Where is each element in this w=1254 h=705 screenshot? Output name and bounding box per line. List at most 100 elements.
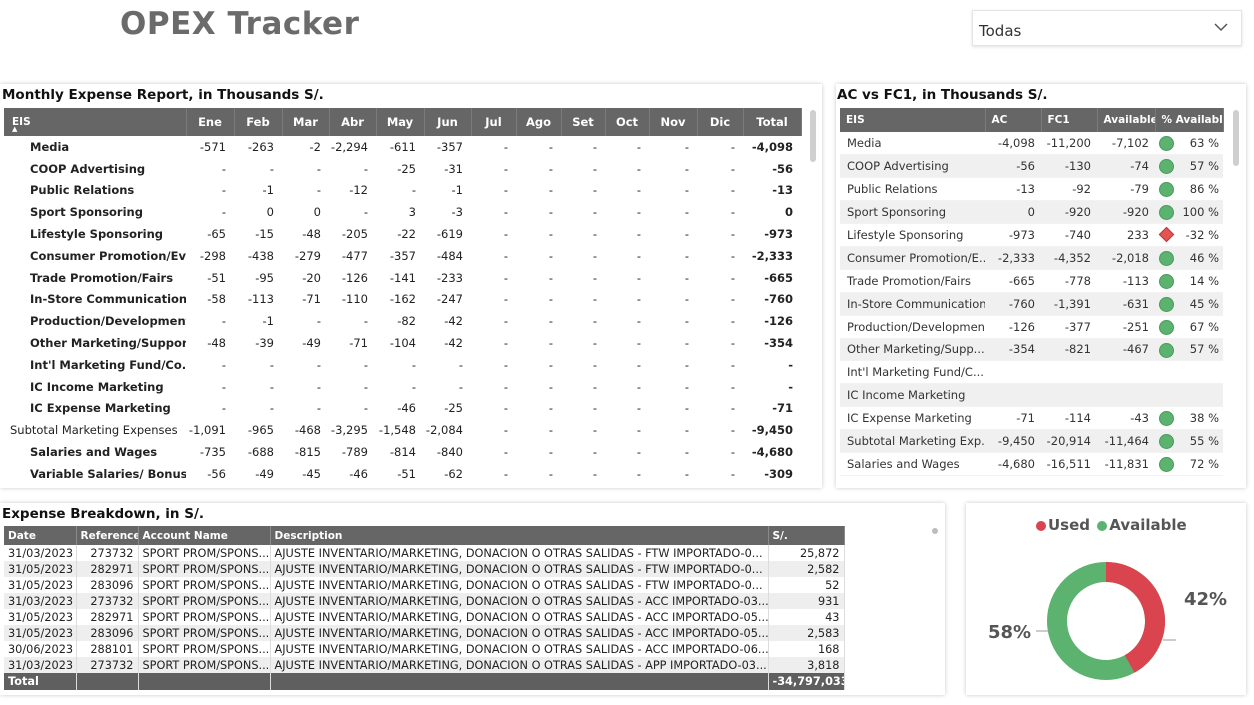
cell-value: - bbox=[316, 161, 321, 176]
table-row: Sport Sponsoring -0 0-3 -3- - - - - -0 bbox=[4, 201, 801, 223]
cell-value: - bbox=[221, 357, 226, 372]
cell-value: - bbox=[363, 161, 368, 176]
cell-value: -9,450 bbox=[751, 423, 793, 438]
column-header-eis[interactable]: EIS ▲ bbox=[4, 108, 187, 136]
cell-value: 43 bbox=[768, 609, 845, 625]
row-label: Lifestyle Sponsoring bbox=[840, 223, 985, 247]
column-header-date[interactable]: Date bbox=[4, 526, 77, 545]
breakdown-scroll-dot[interactable] bbox=[932, 528, 938, 534]
cell-value: -4,098 bbox=[985, 132, 1041, 156]
cell-value: - bbox=[684, 336, 689, 351]
column-header-ago[interactable]: Ago bbox=[516, 108, 562, 136]
cell-value: 31/05/2023 bbox=[4, 609, 77, 625]
cell-value: -82 bbox=[397, 314, 416, 329]
cell-value: -815 bbox=[294, 445, 321, 460]
column-header-ac[interactable]: AC bbox=[985, 108, 1042, 132]
column-header-s-[interactable]: S/. bbox=[768, 526, 845, 545]
cell-value: - bbox=[730, 357, 735, 372]
cell-value: - bbox=[503, 227, 508, 242]
column-header-mar[interactable]: Mar bbox=[282, 108, 330, 136]
column-header-eis[interactable]: EIS bbox=[840, 108, 986, 132]
table-row: IC Expense Marketing - - - - -46 -25 - - - - - - -71 bbox=[4, 398, 801, 420]
cell-value: - bbox=[684, 248, 689, 263]
cell-value: 288101 bbox=[76, 641, 139, 657]
cell-value: - bbox=[730, 139, 735, 154]
cell-value: -71 bbox=[302, 292, 321, 307]
column-header-reference[interactable]: Reference bbox=[76, 526, 139, 545]
column-header-jun[interactable]: Jun bbox=[424, 108, 472, 136]
cell-value: - bbox=[503, 161, 508, 176]
column-header-may[interactable]: May bbox=[376, 108, 425, 136]
monthly-scrollbar[interactable] bbox=[810, 110, 816, 162]
column-header-account-name[interactable]: Account Name bbox=[138, 526, 271, 545]
cell-value: - bbox=[636, 379, 641, 394]
cell-value: -2,333 bbox=[985, 246, 1041, 270]
column-header-dic[interactable]: Dic bbox=[697, 108, 744, 136]
percent-available-cell: 14 % bbox=[1155, 269, 1223, 293]
cell-value: 2,582 bbox=[768, 561, 845, 577]
cell-value: -973 bbox=[764, 227, 793, 242]
cell-value: -20,914 bbox=[1041, 429, 1097, 453]
table-row: Consumer Promotion/Ev... -298 -438 -279 -477… bbox=[4, 245, 801, 267]
column-header-feb[interactable]: Feb bbox=[234, 108, 283, 136]
column-header-ene[interactable]: Ene bbox=[186, 108, 235, 136]
cell-value: - bbox=[636, 314, 641, 329]
cell-value: - bbox=[548, 205, 553, 220]
cell-value: - bbox=[316, 314, 321, 329]
cell-value: - bbox=[316, 357, 321, 372]
row-label: Public Relations bbox=[30, 183, 135, 198]
percent-available-value: 63 % bbox=[1189, 136, 1219, 151]
cell-value: -56 bbox=[985, 154, 1041, 179]
table-row: Production/Development -126 -377 -251 67 % bbox=[840, 315, 1223, 339]
row-label: Salaries and Wages bbox=[840, 452, 985, 476]
cell-value: -740 bbox=[1041, 223, 1097, 247]
cell-value: - bbox=[269, 401, 274, 416]
acfc-scrollbar[interactable] bbox=[1233, 110, 1239, 166]
cell-value: SPORT PROM/SPONS... bbox=[138, 641, 271, 657]
cell-value: - bbox=[592, 466, 597, 481]
filter-dropdown[interactable]: Todas bbox=[972, 10, 1242, 46]
cell-value: -840 bbox=[436, 445, 463, 460]
column-header-set[interactable]: Set bbox=[561, 108, 606, 136]
column-header-fc1[interactable]: FC1 bbox=[1041, 108, 1098, 132]
cell-value: -16,511 bbox=[1041, 452, 1097, 476]
row-label: Other Marketing/Supp... bbox=[840, 338, 985, 362]
cell-value: -298 bbox=[199, 248, 226, 263]
cell-value: -11,464 bbox=[1097, 429, 1155, 453]
cell-value: - bbox=[411, 357, 416, 372]
cell-value: - bbox=[592, 423, 597, 438]
column-header-available[interactable]: Available bbox=[1097, 108, 1156, 132]
cell-value: -62 bbox=[444, 466, 463, 481]
cell-value: SPORT PROM/SPONS... bbox=[138, 561, 271, 577]
donut-used-segment[interactable] bbox=[1105, 562, 1165, 673]
cell-value: 273732 bbox=[76, 545, 139, 561]
cell-value: 282971 bbox=[76, 609, 139, 625]
column-header-abr[interactable]: Abr bbox=[329, 108, 377, 136]
table-row: 31/03/2023 273732 SPORT PROM/SPONS... AJUST… bbox=[4, 657, 845, 673]
cell-value: -247 bbox=[436, 292, 463, 307]
table-row: Subtotal Marketing Exp... -9,450 -20,914 -1… bbox=[840, 429, 1223, 453]
cell-value: 0 bbox=[985, 200, 1041, 225]
column-header-oct[interactable]: Oct bbox=[605, 108, 650, 136]
cell-value: -760 bbox=[764, 292, 793, 307]
legend-available-dot bbox=[1097, 520, 1108, 531]
cell-value: 273732 bbox=[76, 593, 139, 609]
monthly-expense-table: EIS ▲ Ene Feb Mar Abr May Jun Jul Ago Set Oct Nov Dic… bbox=[4, 108, 802, 485]
column-header-total[interactable]: Total bbox=[743, 108, 802, 136]
column-header--available[interactable]: % Available bbox=[1155, 108, 1224, 132]
row-label: In-Store Communication bbox=[30, 292, 186, 307]
cell-value: -126 bbox=[985, 315, 1041, 339]
table-row: Consumer Promotion/E... -2,333 -4,352 -2,01… bbox=[840, 246, 1223, 270]
column-header-nov[interactable]: Nov bbox=[649, 108, 698, 136]
row-label: Sport Sponsoring bbox=[30, 205, 143, 220]
cell-value: - bbox=[730, 314, 735, 329]
row-label: Variable Salaries/ Bonus bbox=[30, 466, 186, 481]
percent-available-cell: 57 % bbox=[1155, 154, 1223, 179]
column-header-jul[interactable]: Jul bbox=[471, 108, 517, 136]
row-label: Subtotal Marketing Exp... bbox=[840, 429, 985, 453]
cell-value: 273732 bbox=[76, 657, 139, 673]
column-header-description[interactable]: Description bbox=[270, 526, 769, 545]
table-row: Production/Development - -1 - - -82 -42 - - - - - - -… bbox=[4, 310, 801, 332]
percent-available-value: -32 % bbox=[1185, 228, 1219, 242]
table-row: Subtotal Marketing Expenses -1,091 -965 -46… bbox=[4, 419, 801, 441]
